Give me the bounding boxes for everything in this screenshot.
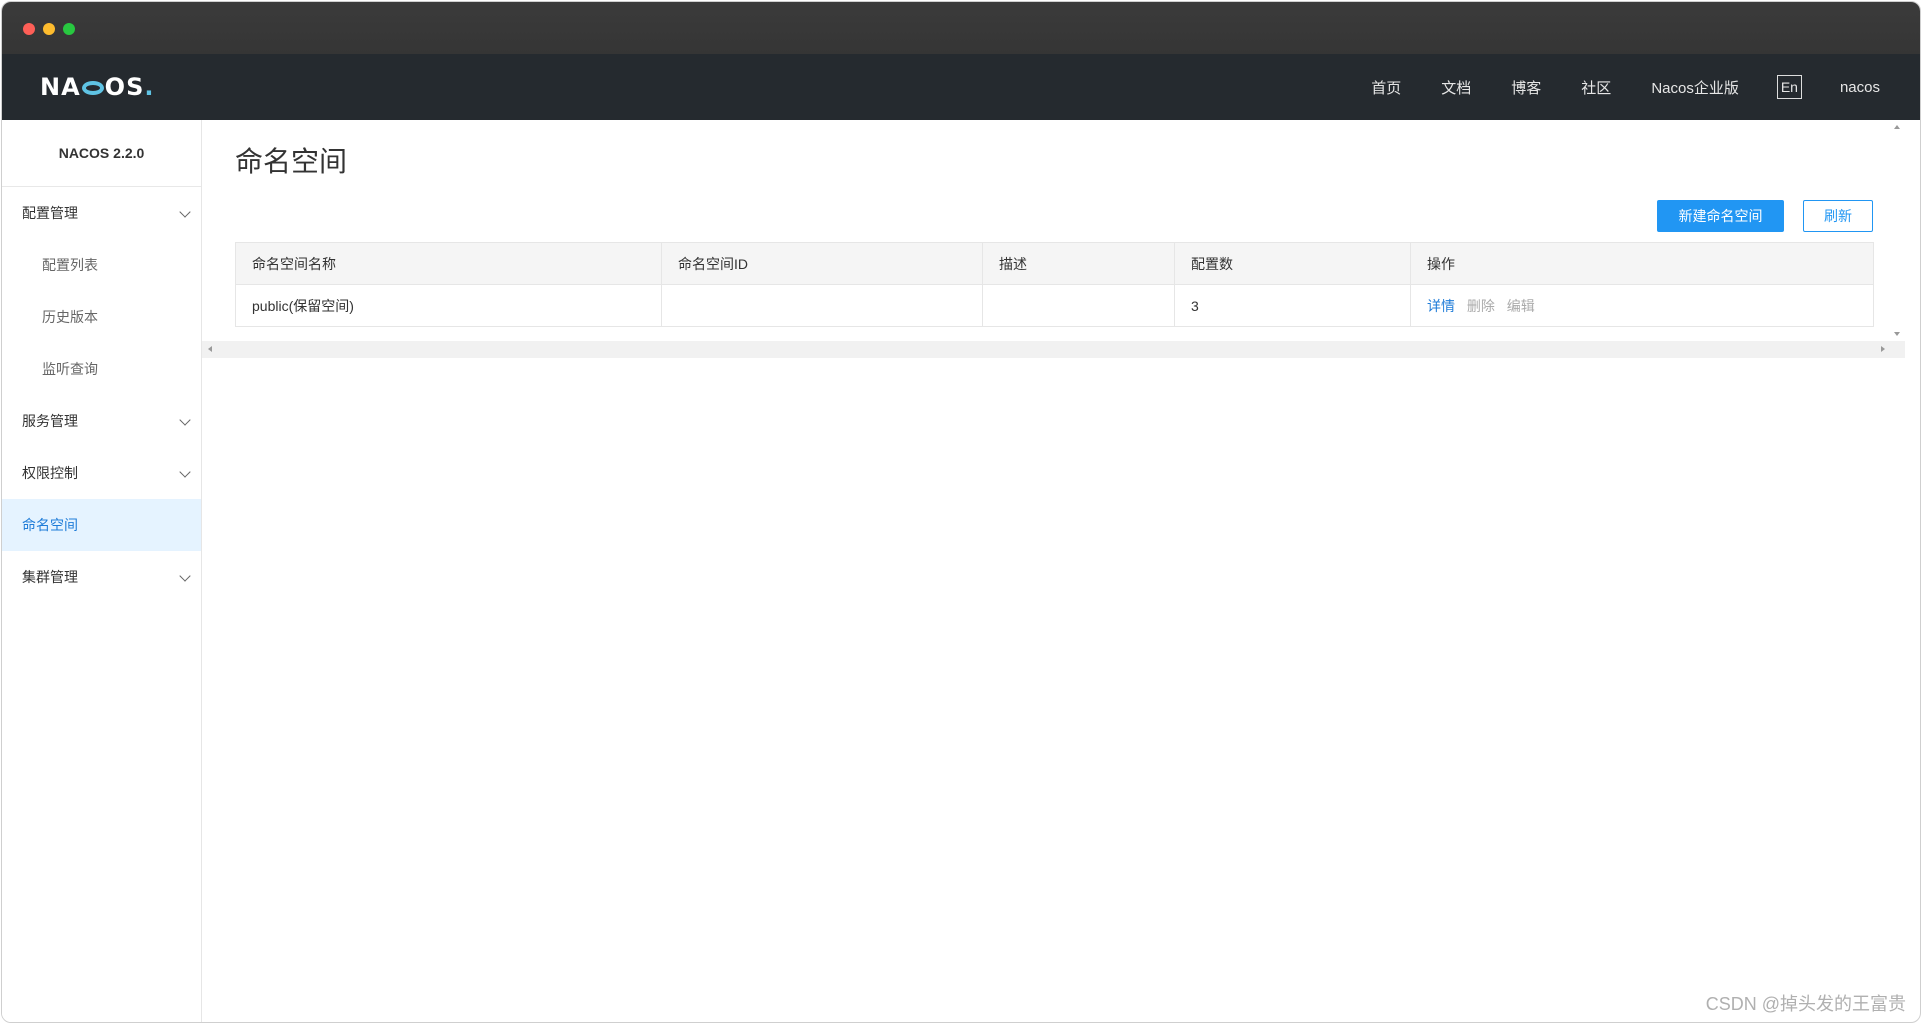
- scroll-down-icon[interactable]: [1894, 332, 1900, 336]
- browser-window: NA OS. 首页 文档 博客 社区 Nacos企业版 En nacos NACO…: [1, 1, 1921, 1023]
- sidebar-item-label: 配置列表: [42, 257, 98, 273]
- logo-ring-icon: [81, 81, 104, 95]
- title-bar: [2, 2, 1920, 54]
- sidebar-item-history[interactable]: 历史版本: [2, 291, 201, 343]
- sidebar-item-label: 配置管理: [22, 205, 78, 221]
- zoom-window-icon[interactable]: [63, 23, 75, 35]
- sidebar-item-config-list[interactable]: 配置列表: [2, 239, 201, 291]
- vertical-scrollbar[interactable]: [1889, 120, 1905, 341]
- sidebar-item-label: 权限控制: [22, 465, 78, 481]
- table-row: public(保留空间) 3 详情 删除 编辑: [235, 284, 1874, 327]
- sidebar: NACOS 2.2.0 配置管理 配置列表 历史版本 监听查询 服务管理 权限控…: [2, 120, 202, 1022]
- cell-config-count: 3: [1174, 284, 1411, 327]
- sidebar-item-label: 命名空间: [22, 517, 78, 533]
- user-menu[interactable]: nacos: [1840, 79, 1880, 96]
- cell-namespace-id: [661, 284, 983, 327]
- column-header-config-count: 配置数: [1174, 242, 1411, 285]
- close-window-icon[interactable]: [23, 23, 35, 35]
- scroll-up-icon[interactable]: [1894, 125, 1900, 129]
- chevron-down-icon: [179, 466, 191, 478]
- cell-namespace-name: public(保留空间): [235, 284, 662, 327]
- top-nav-links: 首页 文档 博客 社区 Nacos企业版 En nacos: [1331, 54, 1880, 120]
- delete-link[interactable]: 删除: [1467, 298, 1495, 314]
- top-navigation: NA OS. 首页 文档 博客 社区 Nacos企业版 En nacos: [2, 54, 1920, 120]
- cell-operations: 详情 删除 编辑: [1410, 284, 1874, 327]
- sidebar-item-listener-query[interactable]: 监听查询: [2, 343, 201, 395]
- main-content: 命名空间 新建命名空间 刷新 命名空间名称 命名空间ID 描述 配置数 操作 p…: [202, 120, 1905, 1022]
- watermark: CSDN @掉头发的王富贵: [1705, 994, 1906, 1014]
- chevron-down-icon: [179, 206, 191, 218]
- sidebar-item-namespace[interactable]: 命名空间: [2, 499, 201, 551]
- column-header-operations: 操作: [1410, 242, 1874, 285]
- column-header-name: 命名空间名称: [235, 242, 662, 285]
- nav-link-blog[interactable]: 博客: [1511, 77, 1541, 98]
- refresh-button[interactable]: 刷新: [1803, 200, 1873, 232]
- nacos-logo[interactable]: NA OS.: [40, 72, 154, 102]
- column-header-description: 描述: [982, 242, 1175, 285]
- sidebar-item-config-management[interactable]: 配置管理: [2, 187, 201, 239]
- version-label: NACOS 2.2.0: [2, 120, 201, 187]
- edit-link[interactable]: 编辑: [1507, 298, 1535, 314]
- sidebar-item-label: 服务管理: [22, 413, 78, 429]
- sidebar-item-access-control[interactable]: 权限控制: [2, 447, 201, 499]
- chevron-down-icon: [179, 414, 191, 426]
- cell-description: [982, 284, 1175, 327]
- sidebar-item-label: 历史版本: [42, 309, 98, 325]
- detail-link[interactable]: 详情: [1427, 298, 1455, 314]
- table-header-row: 命名空间名称 命名空间ID 描述 配置数 操作: [235, 242, 1874, 285]
- sidebar-item-label: 集群管理: [22, 569, 78, 585]
- scroll-left-icon[interactable]: [208, 346, 212, 352]
- chevron-down-icon: [179, 570, 191, 582]
- horizontal-scrollbar[interactable]: [202, 341, 1905, 358]
- column-header-id: 命名空间ID: [661, 242, 983, 285]
- create-namespace-button[interactable]: 新建命名空间: [1657, 200, 1784, 232]
- nav-link-home[interactable]: 首页: [1371, 77, 1401, 98]
- nav-link-enterprise[interactable]: Nacos企业版: [1651, 77, 1739, 98]
- minimize-window-icon[interactable]: [43, 23, 55, 35]
- sidebar-item-cluster-management[interactable]: 集群管理: [2, 551, 201, 603]
- nav-link-docs[interactable]: 文档: [1441, 77, 1471, 98]
- namespace-table: 命名空间名称 命名空间ID 描述 配置数 操作 public(保留空间) 3 详…: [235, 242, 1874, 327]
- sidebar-item-service-management[interactable]: 服务管理: [2, 395, 201, 447]
- sidebar-item-label: 监听查询: [42, 361, 98, 377]
- nav-link-community[interactable]: 社区: [1581, 77, 1611, 98]
- page-title: 命名空间: [235, 146, 348, 177]
- language-toggle[interactable]: En: [1776, 75, 1802, 99]
- scroll-right-icon[interactable]: [1881, 346, 1885, 352]
